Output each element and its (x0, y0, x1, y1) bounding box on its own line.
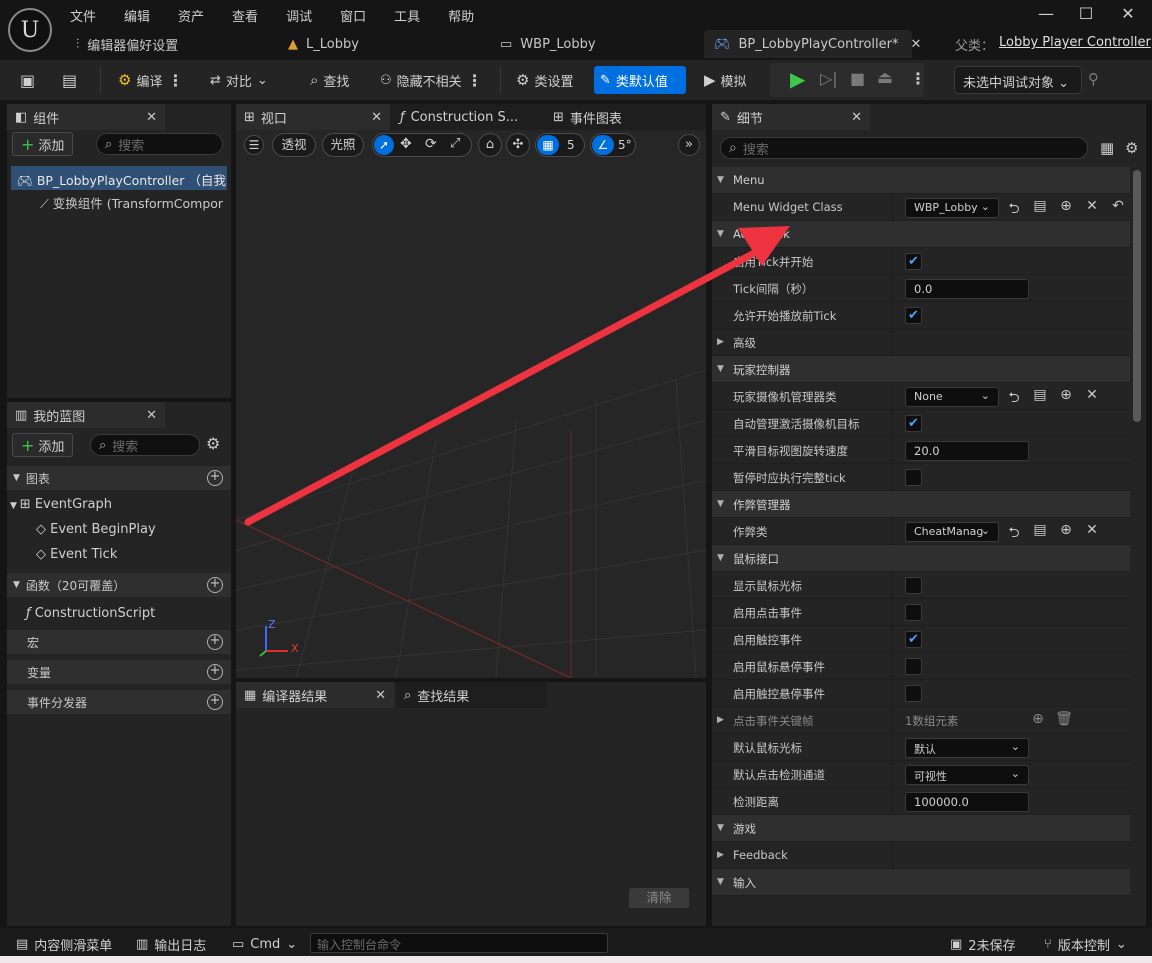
annotation-arrow (244, 226, 790, 526)
content-drawer-button[interactable]: ▤ 内容侧滑菜单 (10, 932, 118, 956)
output-log-button[interactable]: ▥ 输出日志 (130, 932, 212, 956)
chevron-down-icon: ⌄ (286, 936, 298, 952)
chevron-down-icon: ⌄ (1115, 936, 1127, 952)
output-log-icon: ▥ (136, 936, 149, 952)
content-drawer-icon: ▤ (16, 936, 29, 952)
cmd-selector[interactable]: ▭ Cmd ⌄ (226, 932, 303, 956)
save-icon: ▣ (950, 936, 963, 952)
terminal-icon: ▭ (232, 936, 245, 952)
unsaved-button[interactable]: ▣ 2未保存 (944, 932, 1022, 956)
source-control-button[interactable]: ⑂ 版本控制 ⌄ (1038, 932, 1133, 956)
console-input[interactable]: 输入控制台命令 (310, 933, 608, 953)
source-control-icon: ⑂ (1044, 936, 1052, 952)
taskbar-strip (0, 956, 1152, 963)
